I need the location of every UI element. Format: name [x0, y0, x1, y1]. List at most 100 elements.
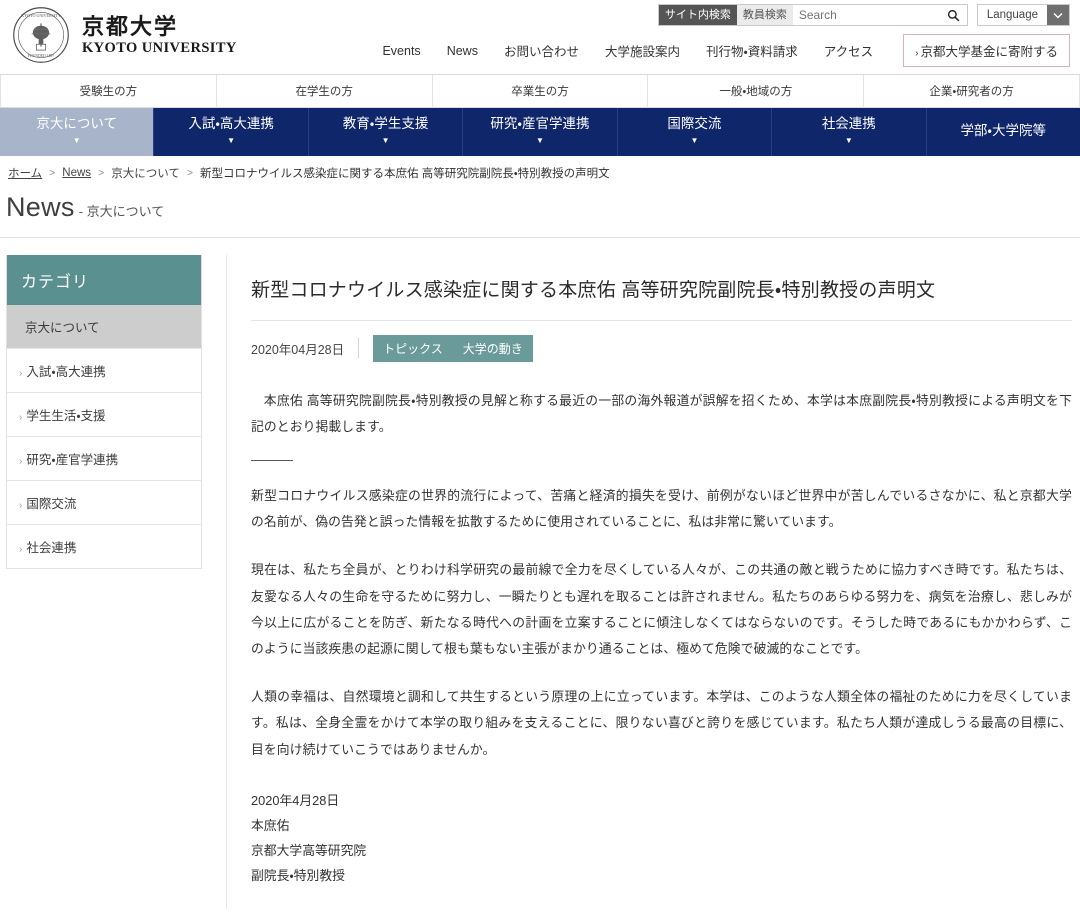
- horizontal-rule: [251, 460, 293, 461]
- brand-name-en: KYOTO UNIVERSITY: [82, 41, 237, 56]
- caret-right-icon: ›: [915, 48, 918, 59]
- header-nav-publications[interactable]: 刊行物・資料請求: [706, 41, 798, 60]
- breadcrumb-item-current: 新型コロナウイルス感染症に関する本庶佑 高等研究院副院長・特別教授の声明文: [200, 165, 610, 181]
- brand-name-ja: 京都大学: [82, 15, 237, 38]
- breadcrumb-item-home[interactable]: ホーム: [8, 165, 42, 181]
- chevron-right-icon: ›: [19, 368, 22, 379]
- article-paragraph: 現在は、私たち全員が、とりわけ科学研究の最前線で全力を尽くしている人々が、この共…: [251, 557, 1072, 662]
- header-nav-events[interactable]: Events: [382, 44, 420, 58]
- breadcrumb-item-news[interactable]: News: [62, 167, 91, 179]
- article-meta: 2020年04月28日 トピックス 大学の動き: [251, 335, 1072, 362]
- header-nav-news[interactable]: News: [447, 44, 478, 58]
- chevron-down-icon: ▼: [690, 137, 698, 145]
- header-nav: Events News お問い合わせ 大学施設案内 刊行物・資料請求 アクセス …: [382, 34, 1070, 67]
- sidebar-item-admissions[interactable]: › 入試・高大連携: [7, 349, 201, 393]
- sidebar-item-label: 社会連携: [26, 541, 76, 555]
- chevron-right-icon: ›: [19, 500, 22, 511]
- sidebar-heading: カテゴリ: [7, 255, 201, 305]
- header-nav-contact[interactable]: お問い合わせ: [504, 41, 579, 60]
- site-logo[interactable]: KYOTO UNIVERSITY FOUNDED 1897 京都大学 KYOTO…: [12, 6, 237, 64]
- article-paragraph: 人類の幸福は、自然環境と調和して共生するという原理の上に立っています。本学は、こ…: [251, 684, 1072, 763]
- search-button[interactable]: [941, 5, 967, 25]
- chevron-right-icon: ›: [19, 412, 22, 423]
- language-label: Language: [978, 5, 1047, 25]
- svg-text:FOUNDED 1897: FOUNDED 1897: [28, 54, 55, 58]
- page-layout: カテゴリ 京大について ›入試・高大連携 ›学生生活・支援 ›研究・産官学連携 …: [0, 238, 1080, 909]
- breadcrumb-separator: >: [49, 167, 55, 179]
- nav-item-label: 研究・産官学連携: [490, 117, 589, 131]
- nav-item-research[interactable]: 研究・産官学連携 ▼: [463, 108, 617, 156]
- article-paragraph: 新型コロナウイルス感染症の世界的流行によって、苦痛と経済的損失を受け、前例がない…: [251, 483, 1072, 535]
- breadcrumb-separator: >: [98, 167, 104, 179]
- site-header: KYOTO UNIVERSITY FOUNDED 1897 京都大学 KYOTO…: [0, 0, 1080, 75]
- status-badge-university-news[interactable]: 大学の動き: [453, 335, 533, 362]
- category-sidebar: カテゴリ 京大について ›入試・高大連携 ›学生生活・支援 ›研究・産官学連携 …: [6, 255, 202, 569]
- breadcrumb: ホーム > News > 京大について > 新型コロナウイルス感染症に関する本庶…: [0, 156, 1080, 190]
- article-body: 本庶佑 高等研究院副院長・特別教授の見解と称する最近の一部の海外報道が誤解を招く…: [251, 388, 1072, 889]
- sidebar-item-label: 研究・産官学連携: [26, 453, 118, 467]
- chevron-down-icon: ▼: [845, 137, 853, 145]
- page-title-sub: - 京大について: [79, 201, 165, 220]
- sidebar-item-label: 国際交流: [26, 497, 76, 511]
- audience-item-industry-researchers[interactable]: 企業・研究者の方: [864, 75, 1080, 107]
- sidebar-item-student-life[interactable]: › 学生生活・支援: [7, 393, 201, 437]
- nav-item-about[interactable]: 京大について ▼: [0, 108, 154, 156]
- chevron-down-icon: ▼: [73, 137, 81, 145]
- audience-item-alumni[interactable]: 卒業生の方: [433, 75, 649, 107]
- nav-item-label: 入試・高大連携: [188, 117, 274, 131]
- page-title-main: News: [6, 192, 75, 223]
- kyoto-university-seal-icon: KYOTO UNIVERSITY FOUNDED 1897: [12, 6, 70, 64]
- nav-item-label: 教育・学生支援: [343, 117, 429, 131]
- donate-button-label: 京都大学基金に寄附する: [920, 45, 1058, 59]
- article-tags: トピックス 大学の動き: [373, 335, 533, 362]
- svg-text:KYOTO UNIVERSITY: KYOTO UNIVERSITY: [21, 13, 60, 18]
- audience-item-prospective[interactable]: 受験生の方: [0, 75, 217, 107]
- search-box: サイト内検索 教員検索: [658, 4, 968, 26]
- sidebar-item-label: 学生生活・支援: [26, 409, 105, 423]
- header-nav-facilities[interactable]: 大学施設案内: [605, 41, 680, 60]
- donate-button[interactable]: ›京都大学基金に寄附する: [903, 34, 1070, 67]
- nav-item-faculties[interactable]: 学部・大学院等: [927, 108, 1080, 156]
- article-lead-paragraph: 本庶佑 高等研究院副院長・特別教授の見解と称する最近の一部の海外報道が誤解を招く…: [251, 388, 1072, 440]
- header-search-cluster: サイト内検索 教員検索 Language: [658, 4, 1070, 26]
- breadcrumb-item-about[interactable]: 京大について: [111, 165, 180, 181]
- chevron-right-icon: ›: [19, 456, 22, 467]
- nav-item-admissions[interactable]: 入試・高大連携 ▼: [154, 108, 308, 156]
- chevron-right-icon: ›: [19, 544, 22, 555]
- sidebar-item-social-collaboration[interactable]: › 社会連携: [7, 525, 201, 568]
- breadcrumb-separator: >: [187, 167, 193, 179]
- audience-item-current-students[interactable]: 在学生の方: [217, 75, 433, 107]
- sidebar-item-international[interactable]: › 国際交流: [7, 481, 201, 525]
- search-tab-faculty[interactable]: 教員検索: [737, 5, 793, 25]
- chevron-down-icon[interactable]: [1047, 5, 1069, 25]
- meta-divider: [358, 338, 359, 358]
- sidebar-item-label: 入試・高大連携: [26, 365, 105, 379]
- sidebar-item-about[interactable]: 京大について: [7, 305, 201, 349]
- search-icon: [947, 9, 960, 22]
- nav-item-education[interactable]: 教育・学生支援 ▼: [309, 108, 463, 156]
- chevron-down-icon: ▼: [227, 137, 235, 145]
- brand-text: 京都大学 KYOTO UNIVERSITY: [82, 13, 237, 56]
- audience-nav: 受験生の方 在学生の方 卒業生の方 一般・地域の方 企業・研究者の方: [0, 75, 1080, 108]
- nav-item-label: 京大について: [36, 117, 117, 131]
- search-tab-site[interactable]: サイト内検索: [659, 5, 737, 25]
- signature-affiliation: 京都大学高等研究院: [251, 839, 1072, 864]
- nav-item-international[interactable]: 国際交流 ▼: [618, 108, 772, 156]
- signature-name: 本庶佑: [251, 814, 1072, 839]
- sidebar-item-research[interactable]: › 研究・産官学連携: [7, 437, 201, 481]
- status-badge-topics[interactable]: トピックス: [373, 335, 453, 362]
- nav-item-label: 国際交流: [667, 117, 721, 131]
- main-nav: 京大について ▼ 入試・高大連携 ▼ 教育・学生支援 ▼ 研究・産官学連携 ▼ …: [0, 108, 1080, 156]
- chevron-down-icon: ▼: [382, 137, 390, 145]
- audience-item-general-public[interactable]: 一般・地域の方: [648, 75, 864, 107]
- header-nav-access[interactable]: アクセス: [824, 41, 873, 60]
- nav-item-label: 学部・大学院等: [960, 124, 1046, 138]
- nav-item-label: 社会連携: [822, 117, 876, 131]
- page-title: News - 京大について: [0, 190, 1080, 238]
- nav-item-social-collaboration[interactable]: 社会連携 ▼: [772, 108, 926, 156]
- article: 新型コロナウイルス感染症に関する本庶佑 高等研究院副院長・特別教授の声明文 20…: [226, 255, 1080, 909]
- language-selector[interactable]: Language: [977, 4, 1070, 26]
- article-title: 新型コロナウイルス感染症に関する本庶佑 高等研究院副院長・特別教授の声明文: [251, 277, 1072, 321]
- signature-position: 副院長・特別教授: [251, 864, 1072, 889]
- search-input[interactable]: [793, 5, 941, 25]
